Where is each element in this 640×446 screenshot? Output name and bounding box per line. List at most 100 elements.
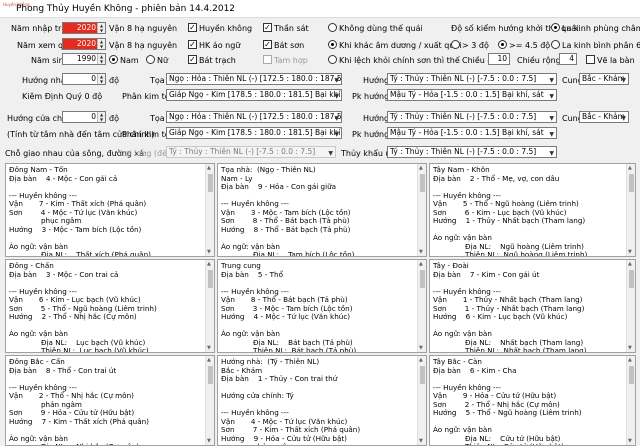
hk-ao-ngu-checkbox[interactable]: ✓ <box>188 40 197 49</box>
phung-cham-radio[interactable] <box>551 23 560 32</box>
chevron-down-icon[interactable]: ▼ <box>419 249 423 255</box>
tam-hop-label: Tam hợp <box>274 56 308 65</box>
scrollbar[interactable]: ▲ ▼ <box>417 164 426 256</box>
scroll-thumb[interactable] <box>208 174 213 192</box>
panel-huong-nha[interactable]: Hướng nhà: (Tý - Thiên NL) Bắc - Khảm Đị… <box>217 355 427 446</box>
panel-dong-bac[interactable]: Đông Bắc - Cấn Địa bàn 8 - Thổ - Con tra… <box>5 355 215 446</box>
binh-phan-radio[interactable] <box>551 40 560 49</box>
chevron-down-icon: ▼ <box>334 131 339 138</box>
chevron-up-icon[interactable]: ▲ <box>207 165 211 171</box>
gt3-radio[interactable] <box>451 40 460 49</box>
thuy-khau-dropdown[interactable]: Tý : Thủy : Thiên NL (-) [-7.5 : 0.0 : 7… <box>387 146 557 158</box>
scroll-thumb[interactable] <box>420 366 425 384</box>
panel-tay-nam[interactable]: Tây Nam - Khôn Địa bàn 2 - Thổ - Mẹ, vợ,… <box>429 163 636 257</box>
scrollbar[interactable]: ▲ ▼ <box>626 260 635 352</box>
scrollbar[interactable]: ▲ ▼ <box>205 260 214 352</box>
panel-toa-nha[interactable]: Tọa nhà: (Ngọ - Thiên NL) Nam - Ly Địa b… <box>217 163 427 257</box>
ve-la-ban-checkbox[interactable] <box>586 55 595 64</box>
panel-dong-nam[interactable]: Đông Nam - Tốn Địa bàn 4 - Mộc - Con gái… <box>5 163 215 257</box>
panel-trung-cung[interactable]: Trung cung Địa bàn 5 - Thổ --- Huyền khô… <box>217 259 427 353</box>
scroll-thumb[interactable] <box>629 270 634 288</box>
nam-xem-que-input[interactable]: 2020 ▲ ▼ <box>62 38 106 50</box>
panel-tay[interactable]: Tây - Đoài Địa bàn 7 - Kim - Con gái út … <box>429 259 636 353</box>
panel-dong[interactable]: Đông - Chấn Địa bàn 3 - Mộc - Con trai c… <box>5 259 215 353</box>
scroll-thumb[interactable] <box>420 174 425 192</box>
huong-cua-dropdown[interactable]: Tý : Thủy : Thiên NL (-) [-7.5 : 0.0 : 7… <box>387 111 557 123</box>
chevron-down-icon[interactable]: ▼ <box>628 438 632 444</box>
spinner-icon[interactable]: ▲ ▼ <box>97 74 105 84</box>
van-label-1: Vận 8 hạ nguyên <box>109 24 178 33</box>
bat-trach-checkbox[interactable]: ✓ <box>188 55 197 64</box>
huong-dropdown[interactable]: Tý : Thủy : Thiên NL (-) [-7.5 : 0.0 : 7… <box>387 73 557 85</box>
chevron-up-icon[interactable]: ▲ <box>419 357 423 363</box>
ge45-radio[interactable] <box>498 40 507 49</box>
khong-dung-the-quai-radio[interactable] <box>328 23 337 32</box>
khi-khac-radio[interactable] <box>328 40 337 49</box>
spinner-icon[interactable]: ▲ ▼ <box>97 23 105 33</box>
chevron-down-icon[interactable]: ▼ <box>419 438 423 444</box>
scrollbar[interactable]: ▲ ▼ <box>205 356 214 445</box>
panel-text: Tây - Đoài Địa bàn 7 - Kim - Con gái út … <box>433 262 587 352</box>
nam-radio[interactable] <box>109 55 118 64</box>
chevron-up-icon[interactable]: ▲ <box>419 261 423 267</box>
spinner-icon[interactable]: ▲ ▼ <box>97 54 105 64</box>
chevron-up-icon[interactable]: ▲ <box>628 357 632 363</box>
spinner-icon[interactable]: ▲ ▼ <box>97 39 105 49</box>
pk-huong-cua-dropdown[interactable]: Mậu Tý - Hỏa [-1.5 : 0.0 : 1.5] Bại khí,… <box>387 127 557 139</box>
chevron-down-icon[interactable]: ▼ <box>628 345 632 351</box>
than-sat-checkbox[interactable]: ✓ <box>263 23 272 32</box>
chevron-up-icon[interactable]: ▲ <box>628 165 632 171</box>
toa-dropdown[interactable]: Ngọ : Hỏa : Thiên NL (-) [172.5 : 180.0 … <box>166 73 342 85</box>
nam-nhap-trach-input[interactable]: 2020 ▲ ▼ <box>62 22 106 34</box>
toa-cua-label: Tọa <box>150 114 165 123</box>
huong-cua-chinh-input[interactable]: 0 ▲ ▼ <box>62 111 106 123</box>
scrollbar[interactable]: ▲ ▼ <box>417 356 426 445</box>
nam-sinh-input[interactable]: 1990 ▲ ▼ <box>62 53 106 65</box>
chevron-down-icon[interactable]: ▼ <box>207 249 211 255</box>
cung-dropdown[interactable]: Bắc - Khảm ▼ <box>579 73 629 85</box>
chevron-up-icon[interactable]: ▲ <box>207 357 211 363</box>
scrollbar[interactable]: ▲ ▼ <box>417 260 426 352</box>
chevron-down-icon[interactable]: ▼ <box>207 438 211 444</box>
pk-huong-dropdown[interactable]: Mậu Tý - Hỏa [-1.5 : 0.0 : 1.5] Bại khí,… <box>387 89 557 101</box>
scroll-thumb[interactable] <box>629 174 634 192</box>
phan-kim-toa-dropdown[interactable]: Giáp Ngọ - Kim [178.5 : 180.0 : 181.5] B… <box>166 89 342 101</box>
chevron-down-icon: ▼ <box>328 150 333 157</box>
spinner-icon[interactable]: ▲ ▼ <box>97 112 105 122</box>
chevron-up-icon[interactable]: ▲ <box>628 261 632 267</box>
huong-nha-do-label: độ <box>109 76 119 85</box>
huong-nha-input[interactable]: 0 ▲ ▼ <box>62 73 106 85</box>
nu-radio[interactable] <box>146 55 155 64</box>
scrollbar[interactable]: ▲ ▼ <box>205 164 214 256</box>
chieu-dai-input[interactable]: 10 <box>488 53 510 65</box>
toa-cua-dropdown[interactable]: Ngọ : Hỏa : Thiên NL (-) [172.5 : 180.0 … <box>166 111 342 123</box>
pk-huong-label: Pk hướng <box>352 92 390 101</box>
khi-lech-label: Khi lệch khỏi chính sơn thì thế <box>339 56 460 65</box>
chieu-rong-input[interactable]: 4 <box>559 53 577 65</box>
chevron-down-icon: ▼ <box>334 77 339 84</box>
nam-label: Nam <box>120 56 139 65</box>
cung-cua-dropdown[interactable]: Bắc - Khảm ▼ <box>579 111 629 123</box>
chevron-down-icon[interactable]: ▼ <box>628 249 632 255</box>
scroll-thumb[interactable] <box>208 270 213 288</box>
than-sat-label: Thần sát <box>274 24 309 33</box>
phan-kim-cua-dropdown[interactable]: Giáp Ngọ - Kim [178.5 : 180.0 : 181.5] B… <box>166 127 342 139</box>
chevron-up-icon[interactable]: ▲ <box>207 261 211 267</box>
chevron-up-icon[interactable]: ▲ <box>419 165 423 171</box>
scroll-thumb[interactable] <box>420 270 425 288</box>
chevron-down-icon[interactable]: ▼ <box>419 345 423 351</box>
chevron-down-icon: ▼ <box>549 131 554 138</box>
chevron-down-icon: ▼ <box>334 93 339 100</box>
bat-son-checkbox[interactable]: ✓ <box>263 40 272 49</box>
khi-lech-radio[interactable] <box>328 55 337 64</box>
panel-text: Đông Nam - Tốn Địa bàn 4 - Mộc - Con gái… <box>9 166 151 256</box>
tam-hop-checkbox[interactable] <box>263 55 272 64</box>
scrollbar[interactable]: ▲ ▼ <box>626 164 635 256</box>
lai-long-dropdown[interactable]: Tý : Thủy : Thiên NL (-) [-7.5 : 0.0 : 7… <box>166 146 336 158</box>
scroll-thumb[interactable] <box>629 366 634 384</box>
huyen-khong-checkbox[interactable]: ✓ <box>188 23 197 32</box>
scrollbar[interactable]: ▲ ▼ <box>626 356 635 445</box>
chevron-down-icon[interactable]: ▼ <box>207 345 211 351</box>
panel-tay-bac[interactable]: Tây Bắc - Càn Địa bàn 6 - Kim - Cha --- … <box>429 355 636 446</box>
scroll-thumb[interactable] <box>208 366 213 384</box>
